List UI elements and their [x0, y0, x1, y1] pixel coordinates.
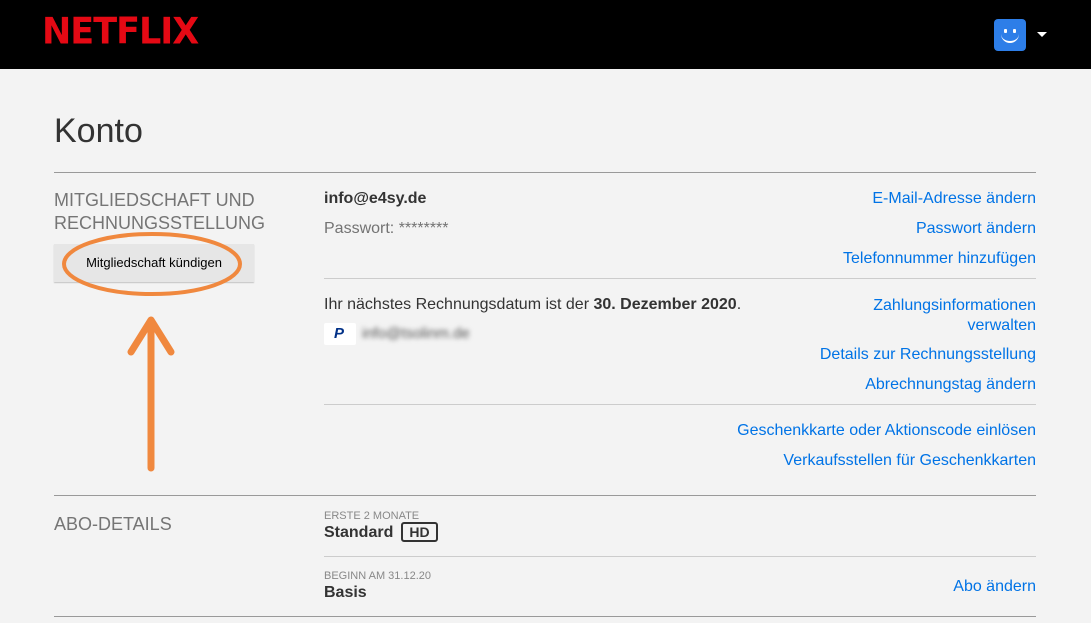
- current-plan-name: Standard: [324, 524, 394, 541]
- gift-card-retailers-link[interactable]: Verkaufsstellen für Geschenkkarten: [783, 452, 1036, 470]
- netflix-logo[interactable]: NETFLIX: [42, 11, 199, 53]
- hd-badge: HD: [401, 522, 438, 542]
- billing-suffix: .: [736, 296, 742, 313]
- change-password-link[interactable]: Passwort ändern: [916, 220, 1036, 238]
- row-divider: [324, 404, 1036, 405]
- membership-label-line2: RECHNUNGSSTELLUNG: [54, 213, 266, 233]
- change-billing-day-link[interactable]: Abrechnungstag ändern: [865, 376, 1036, 394]
- account-password: Passwort: ********: [324, 220, 449, 237]
- billing-date: 30. Dezember 2020: [593, 296, 737, 313]
- current-plan-caption: ERSTE 2 MONATE: [324, 510, 420, 522]
- payment-account-redacted: info@tsolinm.de: [362, 325, 470, 342]
- cancel-membership-button[interactable]: Mitgliedschaft kündigen: [54, 244, 254, 282]
- billing-prefix: Ihr nächstes Rechnungsdatum ist der: [324, 296, 594, 313]
- billing-details-link[interactable]: Details zur Rechnungsstellung: [820, 346, 1036, 364]
- manage-payment-line2: verwalten: [967, 317, 1036, 334]
- account-email: info@e4sy.de: [324, 190, 427, 207]
- redeem-gift-card-link[interactable]: Geschenkkarte oder Aktionscode einlösen: [737, 422, 1036, 440]
- membership-label-line1: MITGLIEDSCHAFT UND: [54, 190, 255, 210]
- section-divider-top: [54, 172, 1036, 173]
- add-phone-link[interactable]: Telefonnummer hinzufügen: [843, 250, 1036, 268]
- row-divider: [324, 278, 1036, 279]
- section-divider-plan: [54, 495, 1036, 496]
- manage-payment-link[interactable]: Zahlungsinformationen verwalten: [873, 296, 1036, 336]
- plan-section-label: ABO-DETAILS: [54, 514, 172, 534]
- next-plan-name: Basis: [324, 584, 367, 601]
- section-divider-bottom: [54, 616, 1036, 617]
- arrow-up-icon: [127, 316, 175, 472]
- page-title: Konto: [54, 112, 143, 150]
- profile-avatar-icon[interactable]: [994, 19, 1026, 51]
- avatar-smile: [1001, 33, 1019, 43]
- row-divider: [324, 556, 1036, 557]
- top-navigation-bar: NETFLIX: [0, 0, 1091, 69]
- change-email-link[interactable]: E-Mail-Adresse ändern: [872, 190, 1036, 208]
- change-plan-link[interactable]: Abo ändern: [953, 578, 1036, 596]
- caret-down-icon[interactable]: [1037, 32, 1047, 37]
- membership-section-label: MITGLIEDSCHAFT UND RECHNUNGSSTELLUNG: [54, 189, 265, 235]
- paypal-icon: P: [324, 323, 356, 345]
- next-billing-date-text: Ihr nächstes Rechnungsdatum ist der 30. …: [324, 296, 741, 314]
- manage-payment-line1: Zahlungsinformationen: [873, 297, 1036, 314]
- next-plan-caption: BEGINN AM 31.12.20: [324, 570, 431, 582]
